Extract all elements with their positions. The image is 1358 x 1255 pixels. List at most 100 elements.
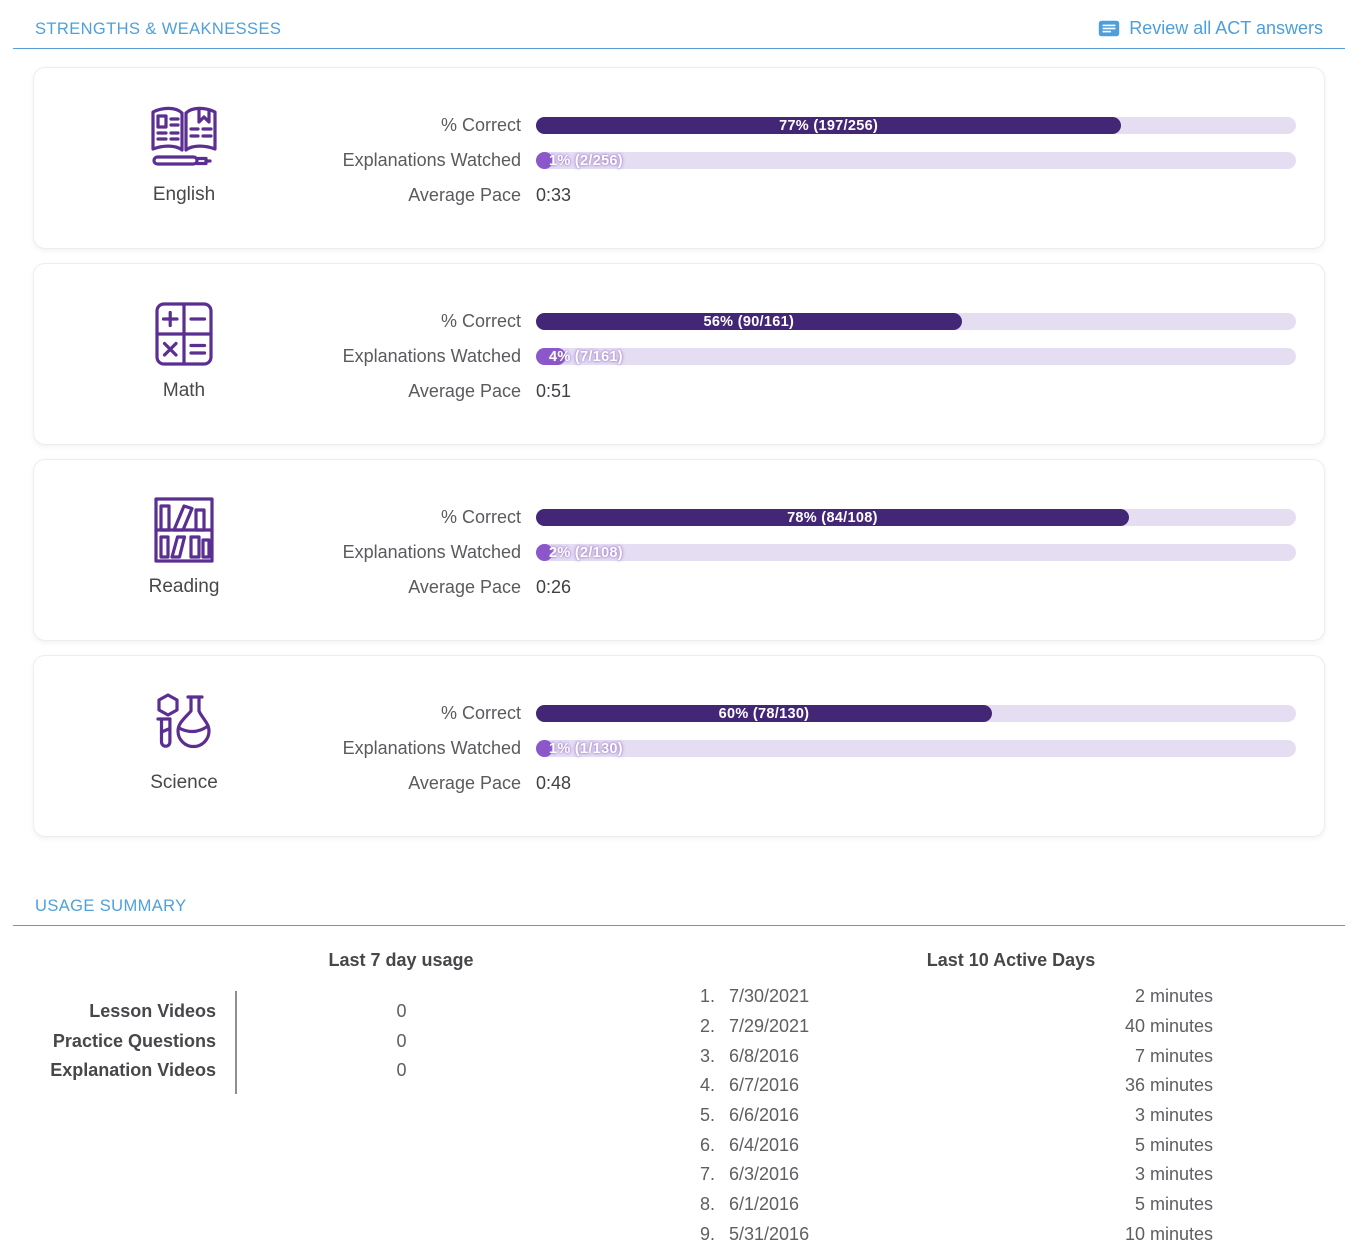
last-7-day-usage: Last 7 day usage Lesson VideosPractice Q… [0,950,679,1255]
subject-icon-block: Math [34,264,334,444]
active-day-row: 8. 6/1/2016 5 minutes [679,1190,1213,1220]
active-day-date: 6/6/2016 [729,1105,899,1126]
subject-name: English [153,184,215,206]
percent-correct-fill: 56% (90/161) [536,313,962,330]
active-day-index: 6. [679,1135,715,1156]
review-all-act-answers-link[interactable]: Review all ACT answers [1098,18,1323,39]
active-day-date: 6/4/2016 [729,1135,899,1156]
usage-row-labels: Lesson VideosPractice QuestionsExplanati… [35,997,216,1086]
open-book-pen-icon [146,101,222,177]
explanations-watched-bar: 4% (7/161) [536,348,1296,365]
average-pace-label: Average Pace [334,577,521,598]
active-day-index: 3. [679,1046,715,1067]
active-day-index: 2. [679,1016,715,1037]
active-day-date: 6/3/2016 [729,1164,899,1185]
usage-row-label: Lesson Videos [89,997,216,1027]
usage-row-values: 000 [237,997,567,1086]
percent-correct-value: 78% (84/108) [787,510,878,526]
usage-row-label: Explanation Videos [50,1056,216,1086]
active-day-row: 4. 6/7/2016 36 minutes [679,1071,1213,1101]
active-day-index: 8. [679,1194,715,1215]
explanations-watched-bar: 2% (2/108) [536,544,1296,561]
average-pace-label: Average Pace [334,381,521,402]
active-day-date: 7/29/2021 [729,1016,899,1037]
usage-summary-body: Last 7 day usage Lesson VideosPractice Q… [0,950,1358,1255]
average-pace-value: 0:48 [536,773,1296,794]
active-day-date: 7/30/2021 [729,986,899,1007]
last-10-active-days: Last 10 Active Days 1. 7/30/2021 2 minut… [679,950,1358,1255]
subject-stats: % Correct 60% (78/130) Explanations Watc… [334,656,1324,836]
last-7-day-usage-table: Lesson VideosPractice QuestionsExplanati… [35,997,679,1086]
active-day-date: 6/7/2016 [729,1075,899,1096]
explanations-watched-value: 2% (2/108) [549,545,623,561]
subject-cards: English % Correct 77% (197/256) Explanat… [33,67,1325,837]
usage-row-value: 0 [237,997,567,1027]
active-day-row: 10. 5/20/2016 1 minutes [679,1249,1213,1255]
bookshelf-icon [146,493,222,569]
subject-icon-block: Science [34,656,334,836]
active-day-row: 7. 6/3/2016 3 minutes [679,1160,1213,1190]
active-day-duration: 2 minutes [913,986,1213,1007]
subject-card-science: Science % Correct 60% (78/130) Explanati… [33,655,1325,837]
active-day-duration: 36 minutes [913,1075,1213,1096]
subject-icon-block: English [34,68,334,248]
section-title: STRENGTHS & WEAKNESSES [35,20,281,39]
active-day-duration: 5 minutes [913,1135,1213,1156]
percent-correct-value: 60% (78/130) [719,706,810,722]
percent-correct-bar: 78% (84/108) [536,509,1296,526]
explanations-watched-label: Explanations Watched [334,346,521,367]
science-flask-icon [146,689,222,765]
average-pace-value: 0:26 [536,577,1296,598]
explanations-watched-label: Explanations Watched [334,738,521,759]
subject-stats: % Correct 56% (90/161) Explanations Watc… [334,264,1324,444]
subject-card-math: Math % Correct 56% (90/161) Explanations… [33,263,1325,445]
percent-correct-label: % Correct [334,507,521,528]
active-day-row: 5. 6/6/2016 3 minutes [679,1101,1213,1131]
subject-icon-block: Reading [34,460,334,640]
explanations-watched-value: 1% (2/256) [549,153,623,169]
usage-summary-header: USAGE SUMMARY [13,879,1345,926]
usage-row-value: 0 [237,1027,567,1057]
subject-name: Science [150,772,218,794]
percent-correct-bar: 77% (197/256) [536,117,1296,134]
usage-row-value: 0 [237,1056,567,1086]
review-link-label: Review all ACT answers [1129,18,1323,39]
percent-correct-label: % Correct [334,311,521,332]
active-day-row: 3. 6/8/2016 7 minutes [679,1041,1213,1071]
percent-correct-label: % Correct [334,115,521,136]
explanations-watched-bar: 1% (1/130) [536,740,1296,757]
percent-correct-bar: 60% (78/130) [536,705,1296,722]
explanations-watched-bar: 1% (2/256) [536,152,1296,169]
active-day-index: 4. [679,1075,715,1096]
active-day-duration: 40 minutes [913,1016,1213,1037]
percent-correct-value: 56% (90/161) [703,314,794,330]
active-day-row: 6. 6/4/2016 5 minutes [679,1130,1213,1160]
average-pace-value: 0:51 [536,381,1296,402]
percent-correct-value: 77% (197/256) [779,118,878,134]
active-day-duration: 3 minutes [913,1164,1213,1185]
section-title: USAGE SUMMARY [35,897,187,916]
last-10-active-days-heading: Last 10 Active Days [679,950,1213,971]
average-pace-label: Average Pace [334,773,521,794]
active-day-date: 6/1/2016 [729,1194,899,1215]
average-pace-label: Average Pace [334,185,521,206]
active-day-index: 7. [679,1164,715,1185]
explanations-watched-value: 4% (7/161) [549,349,623,365]
subject-card-reading: Reading % Correct 78% (84/108) Explanati… [33,459,1325,641]
active-day-index: 1. [679,986,715,1007]
subject-stats: % Correct 77% (197/256) Explanations Wat… [334,68,1324,248]
active-day-date: 5/31/2016 [729,1224,899,1245]
active-day-row: 1. 7/30/2021 2 minutes [679,982,1213,1012]
explanations-watched-label: Explanations Watched [334,542,521,563]
math-operations-icon [146,297,222,373]
active-day-date: 6/8/2016 [729,1046,899,1067]
explanations-watched-label: Explanations Watched [334,150,521,171]
subject-name: Reading [149,576,220,598]
percent-correct-fill: 77% (197/256) [536,117,1121,134]
subject-stats: % Correct 78% (84/108) Explanations Watc… [334,460,1324,640]
active-day-duration: 3 minutes [913,1105,1213,1126]
usage-row-label: Practice Questions [53,1027,216,1057]
active-day-index: 5. [679,1105,715,1126]
subject-card-english: English % Correct 77% (197/256) Explanat… [33,67,1325,249]
active-day-index: 9. [679,1224,715,1245]
